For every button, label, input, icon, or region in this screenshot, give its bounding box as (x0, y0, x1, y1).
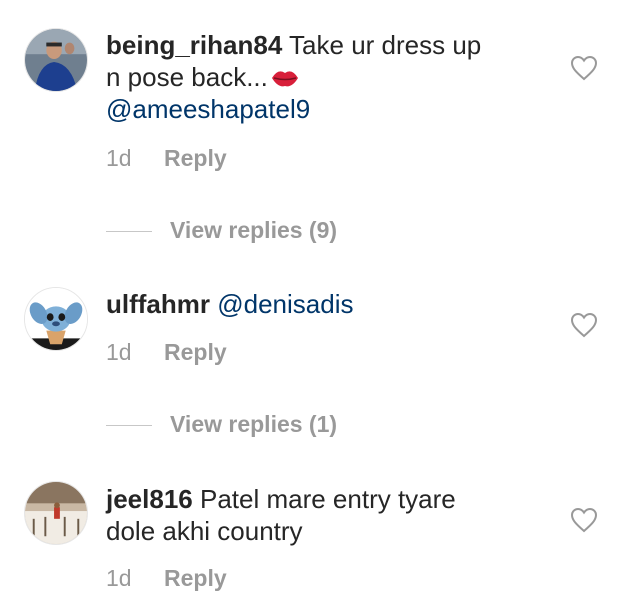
divider-line (106, 231, 152, 233)
comment-body: being_rihan84 Take ur dress up n pose ba… (106, 29, 546, 125)
avatar[interactable] (24, 287, 88, 351)
comment-body: ulffahmr @denisadis (106, 288, 546, 320)
like-button[interactable] (570, 55, 598, 81)
comment-meta: 1d Reply (106, 563, 227, 593)
comment-mention[interactable]: @ameeshapatel9 (106, 94, 310, 124)
comment-text: Patel mare entry tyare (199, 484, 456, 514)
comment-item: being_rihan84 Take ur dress up n pose ba… (0, 0, 624, 250)
comment-body: jeel816 Patel mare entry tyare dole akhi… (106, 483, 546, 547)
comment-username[interactable]: ulffahmr (106, 289, 210, 319)
comment-username[interactable]: jeel816 (106, 484, 193, 514)
heart-outline-icon (570, 55, 598, 81)
avatar[interactable] (24, 481, 88, 545)
comment-item: jeel816 Patel mare entry tyare dole akhi… (0, 450, 624, 609)
view-replies-button[interactable]: View replies (1) (106, 409, 337, 439)
view-replies-label: View replies (1) (170, 411, 338, 437)
comment-item: ulffahmr @denisadis 1d Reply View replies… (0, 250, 624, 450)
like-button[interactable] (570, 312, 598, 338)
lips-emoji-icon (271, 71, 298, 87)
reply-button[interactable]: Reply (164, 339, 227, 365)
comment-meta: 1d Reply (106, 143, 227, 173)
comment-text: Take ur dress up (289, 30, 482, 60)
view-replies-button[interactable]: View replies (9) (106, 215, 337, 245)
avatar-photo-icon (25, 29, 87, 91)
avatar[interactable] (24, 28, 88, 92)
comment-timestamp: 1d (106, 565, 132, 591)
comment-text-continued: n pose back... (106, 62, 268, 92)
comment-mention[interactable]: @denisadis (217, 289, 353, 319)
avatar-photo-icon (25, 288, 87, 350)
comment-meta: 1d Reply (106, 337, 227, 367)
reply-button[interactable]: Reply (164, 565, 227, 591)
comment-username[interactable]: being_rihan84 (106, 30, 282, 60)
divider-line (106, 425, 152, 427)
heart-outline-icon (570, 507, 598, 533)
reply-button[interactable]: Reply (164, 145, 227, 171)
heart-outline-icon (570, 312, 598, 338)
view-replies-label: View replies (9) (170, 217, 338, 243)
comment-timestamp: 1d (106, 339, 132, 365)
avatar-photo-icon (25, 482, 87, 544)
like-button[interactable] (570, 507, 598, 533)
comment-text-continued: dole akhi country (106, 516, 303, 546)
comment-timestamp: 1d (106, 145, 132, 171)
